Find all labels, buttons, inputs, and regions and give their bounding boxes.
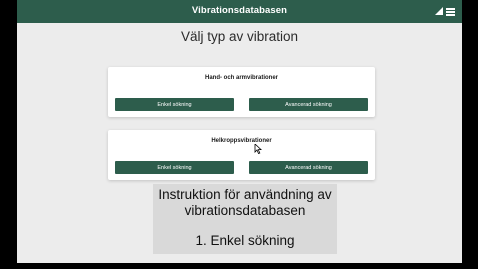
card-title: Helkroppsvibrationer xyxy=(211,138,272,144)
mouse-cursor-icon xyxy=(254,144,262,154)
simple-search-button[interactable]: Enkel sökning xyxy=(115,161,234,174)
caption-line-2: vibrationsdatabasen xyxy=(184,203,306,218)
card-hand-arm-vibrations: Hand- och armvibrationer Enkel sökning A… xyxy=(108,67,375,117)
app-window: Vibrationsdatabasen Välj typ av vibratio… xyxy=(17,0,462,263)
card-title: Hand- och armvibrationer xyxy=(204,75,278,81)
advanced-search-button[interactable]: Avancerad sökning xyxy=(249,161,368,174)
instruction-caption: Instruktion för användning av vibrations… xyxy=(153,184,337,254)
signal-icon xyxy=(435,7,443,15)
caption-line-1: Instruktion för användning av xyxy=(158,187,332,202)
simple-search-button[interactable]: Enkel sökning xyxy=(115,98,234,111)
caption-line-3: 1. Enkel sökning xyxy=(195,233,295,248)
card-whole-body-vibrations: Helkroppsvibrationer Enkel sökning Avanc… xyxy=(108,130,375,180)
app-title: Vibrationsdatabasen xyxy=(191,5,288,16)
hamburger-menu-icon[interactable] xyxy=(446,8,455,16)
page-title: Välj typ av vibration xyxy=(180,29,299,44)
advanced-search-button[interactable]: Avancerad sökning xyxy=(249,98,368,111)
app-header: Vibrationsdatabasen xyxy=(17,0,462,23)
